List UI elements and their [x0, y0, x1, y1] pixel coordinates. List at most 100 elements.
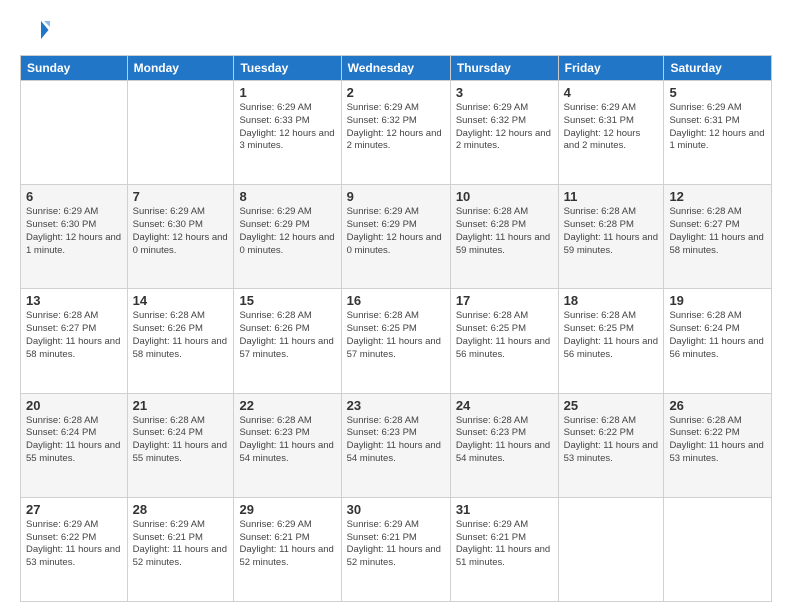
- calendar-week-4: 20 Sunrise: 6:28 AM Sunset: 6:24 PM Dayli…: [21, 393, 772, 497]
- day-number: 17: [456, 293, 553, 308]
- day-info: Sunrise: 6:29 AM Sunset: 6:22 PM Dayligh…: [26, 519, 122, 570]
- calendar-cell: 13 Sunrise: 6:28 AM Sunset: 6:27 PM Dayli…: [21, 289, 128, 393]
- day-info: Sunrise: 6:28 AM Sunset: 6:27 PM Dayligh…: [26, 310, 122, 361]
- day-info: Sunrise: 6:28 AM Sunset: 6:23 PM Dayligh…: [456, 415, 553, 466]
- day-number: 27: [26, 502, 122, 517]
- weekday-header-tuesday: Tuesday: [234, 56, 341, 81]
- day-number: 4: [564, 85, 659, 100]
- day-number: 24: [456, 398, 553, 413]
- day-number: 22: [239, 398, 335, 413]
- day-info: Sunrise: 6:29 AM Sunset: 6:32 PM Dayligh…: [456, 102, 553, 153]
- calendar-cell: 22 Sunrise: 6:28 AM Sunset: 6:23 PM Dayli…: [234, 393, 341, 497]
- weekday-header-saturday: Saturday: [664, 56, 772, 81]
- weekday-header-friday: Friday: [558, 56, 664, 81]
- calendar-cell: 18Sunrise: 6:28 AM Sunset: 6:25 PM Dayli…: [558, 289, 664, 393]
- day-info: Sunrise: 6:29 AM Sunset: 6:21 PM Dayligh…: [456, 519, 553, 570]
- calendar-cell: 12 Sunrise: 6:28 AM Sunset: 6:27 PM Dayli…: [664, 185, 772, 289]
- calendar-cell: 19 Sunrise: 6:28 AM Sunset: 6:24 PM Dayli…: [664, 289, 772, 393]
- calendar-week-1: 1Sunrise: 6:29 AM Sunset: 6:33 PM Daylig…: [21, 81, 772, 185]
- day-info: Sunrise: 6:28 AM Sunset: 6:27 PM Dayligh…: [669, 206, 766, 257]
- calendar-body: 1Sunrise: 6:29 AM Sunset: 6:33 PM Daylig…: [21, 81, 772, 602]
- day-number: 15: [239, 293, 335, 308]
- calendar-cell: 30Sunrise: 6:29 AM Sunset: 6:21 PM Dayli…: [341, 497, 450, 601]
- calendar-cell: 9 Sunrise: 6:29 AM Sunset: 6:29 PM Daylig…: [341, 185, 450, 289]
- calendar-cell: 27 Sunrise: 6:29 AM Sunset: 6:22 PM Dayli…: [21, 497, 128, 601]
- day-number: 6: [26, 189, 122, 204]
- calendar-week-2: 6 Sunrise: 6:29 AM Sunset: 6:30 PM Daylig…: [21, 185, 772, 289]
- day-number: 31: [456, 502, 553, 517]
- day-number: 18: [564, 293, 659, 308]
- logo-icon: [20, 15, 50, 45]
- day-info: Sunrise: 6:28 AM Sunset: 6:28 PM Dayligh…: [456, 206, 553, 257]
- day-info: Sunrise: 6:28 AM Sunset: 6:25 PM Dayligh…: [456, 310, 553, 361]
- day-info: Sunrise: 6:29 AM Sunset: 6:30 PM Dayligh…: [26, 206, 122, 257]
- day-info: Sunrise: 6:29 AM Sunset: 6:31 PM Dayligh…: [564, 102, 659, 153]
- calendar-cell: 14Sunrise: 6:28 AM Sunset: 6:26 PM Dayli…: [127, 289, 234, 393]
- calendar-cell: 3 Sunrise: 6:29 AM Sunset: 6:32 PM Daylig…: [450, 81, 558, 185]
- calendar-header: SundayMondayTuesdayWednesdayThursdayFrid…: [21, 56, 772, 81]
- day-info: Sunrise: 6:28 AM Sunset: 6:26 PM Dayligh…: [239, 310, 335, 361]
- day-info: Sunrise: 6:28 AM Sunset: 6:24 PM Dayligh…: [133, 415, 229, 466]
- day-number: 13: [26, 293, 122, 308]
- day-info: Sunrise: 6:28 AM Sunset: 6:23 PM Dayligh…: [239, 415, 335, 466]
- page: SundayMondayTuesdayWednesdayThursdayFrid…: [0, 0, 792, 612]
- calendar-table: SundayMondayTuesdayWednesdayThursdayFrid…: [20, 55, 772, 602]
- calendar-cell: 2 Sunrise: 6:29 AM Sunset: 6:32 PM Daylig…: [341, 81, 450, 185]
- calendar-cell: [558, 497, 664, 601]
- day-number: 14: [133, 293, 229, 308]
- calendar-cell: 31 Sunrise: 6:29 AM Sunset: 6:21 PM Dayli…: [450, 497, 558, 601]
- day-info: Sunrise: 6:28 AM Sunset: 6:25 PM Dayligh…: [347, 310, 445, 361]
- day-number: 9: [347, 189, 445, 204]
- logo: [20, 15, 54, 45]
- calendar-cell: 10 Sunrise: 6:28 AM Sunset: 6:28 PM Dayli…: [450, 185, 558, 289]
- day-info: Sunrise: 6:29 AM Sunset: 6:30 PM Dayligh…: [133, 206, 229, 257]
- day-info: Sunrise: 6:29 AM Sunset: 6:21 PM Dayligh…: [239, 519, 335, 570]
- day-number: 25: [564, 398, 659, 413]
- day-info: Sunrise: 6:29 AM Sunset: 6:21 PM Dayligh…: [133, 519, 229, 570]
- weekday-header-sunday: Sunday: [21, 56, 128, 81]
- day-number: 3: [456, 85, 553, 100]
- calendar-cell: 6 Sunrise: 6:29 AM Sunset: 6:30 PM Daylig…: [21, 185, 128, 289]
- calendar-cell: 20 Sunrise: 6:28 AM Sunset: 6:24 PM Dayli…: [21, 393, 128, 497]
- day-info: Sunrise: 6:28 AM Sunset: 6:28 PM Dayligh…: [564, 206, 659, 257]
- day-number: 12: [669, 189, 766, 204]
- day-info: Sunrise: 6:28 AM Sunset: 6:24 PM Dayligh…: [669, 310, 766, 361]
- calendar-cell: 23Sunrise: 6:28 AM Sunset: 6:23 PM Dayli…: [341, 393, 450, 497]
- day-number: 2: [347, 85, 445, 100]
- calendar-cell: [664, 497, 772, 601]
- calendar-cell: 16 Sunrise: 6:28 AM Sunset: 6:25 PM Dayli…: [341, 289, 450, 393]
- calendar-cell: 29 Sunrise: 6:29 AM Sunset: 6:21 PM Dayli…: [234, 497, 341, 601]
- weekday-header-wednesday: Wednesday: [341, 56, 450, 81]
- calendar-cell: 21Sunrise: 6:28 AM Sunset: 6:24 PM Dayli…: [127, 393, 234, 497]
- calendar-cell: 7Sunrise: 6:29 AM Sunset: 6:30 PM Daylig…: [127, 185, 234, 289]
- day-number: 30: [347, 502, 445, 517]
- day-number: 16: [347, 293, 445, 308]
- day-info: Sunrise: 6:28 AM Sunset: 6:22 PM Dayligh…: [564, 415, 659, 466]
- calendar-cell: 5 Sunrise: 6:29 AM Sunset: 6:31 PM Daylig…: [664, 81, 772, 185]
- header: [20, 15, 772, 45]
- weekday-header-thursday: Thursday: [450, 56, 558, 81]
- calendar-cell: [127, 81, 234, 185]
- day-number: 8: [239, 189, 335, 204]
- day-info: Sunrise: 6:29 AM Sunset: 6:32 PM Dayligh…: [347, 102, 445, 153]
- calendar-cell: 4 Sunrise: 6:29 AM Sunset: 6:31 PM Daylig…: [558, 81, 664, 185]
- day-info: Sunrise: 6:29 AM Sunset: 6:29 PM Dayligh…: [347, 206, 445, 257]
- day-number: 11: [564, 189, 659, 204]
- calendar-cell: 25 Sunrise: 6:28 AM Sunset: 6:22 PM Dayli…: [558, 393, 664, 497]
- day-number: 26: [669, 398, 766, 413]
- calendar-cell: 1Sunrise: 6:29 AM Sunset: 6:33 PM Daylig…: [234, 81, 341, 185]
- day-number: 29: [239, 502, 335, 517]
- calendar-cell: 11 Sunrise: 6:28 AM Sunset: 6:28 PM Dayli…: [558, 185, 664, 289]
- calendar-week-3: 13 Sunrise: 6:28 AM Sunset: 6:27 PM Dayli…: [21, 289, 772, 393]
- weekday-header-row: SundayMondayTuesdayWednesdayThursdayFrid…: [21, 56, 772, 81]
- day-number: 10: [456, 189, 553, 204]
- day-number: 5: [669, 85, 766, 100]
- day-info: Sunrise: 6:29 AM Sunset: 6:31 PM Dayligh…: [669, 102, 766, 153]
- day-number: 23: [347, 398, 445, 413]
- weekday-header-monday: Monday: [127, 56, 234, 81]
- day-number: 20: [26, 398, 122, 413]
- day-number: 19: [669, 293, 766, 308]
- day-info: Sunrise: 6:28 AM Sunset: 6:24 PM Dayligh…: [26, 415, 122, 466]
- day-number: 28: [133, 502, 229, 517]
- day-info: Sunrise: 6:29 AM Sunset: 6:33 PM Dayligh…: [239, 102, 335, 153]
